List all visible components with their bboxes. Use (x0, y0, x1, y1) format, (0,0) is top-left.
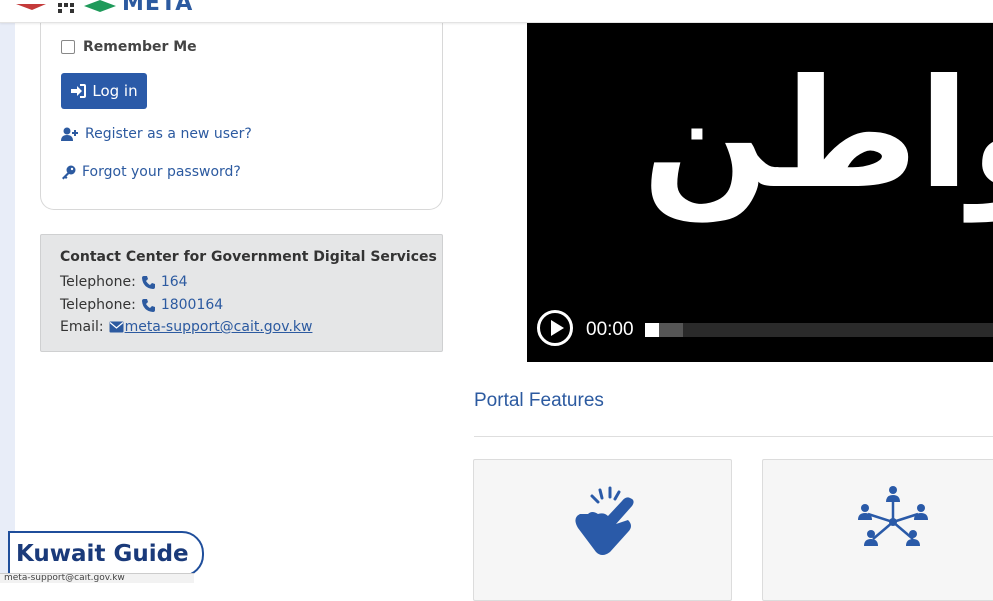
sign-in-icon (71, 84, 87, 98)
remember-me[interactable]: Remember Me (61, 39, 197, 55)
email-label: Email: (60, 319, 104, 335)
phone-line-1: Telephone: 164 (60, 274, 188, 290)
email-line: Email: meta-support@cait.gov.kw (60, 319, 312, 335)
email-link[interactable]: meta-support@cait.gov.kw (125, 319, 313, 335)
video-player[interactable]: واطن 00:00 (527, 22, 993, 362)
video-buffer (659, 323, 683, 337)
remember-checkbox[interactable] (61, 40, 75, 54)
portal-features-title: Portal Features (474, 390, 604, 411)
video-progress-fill (645, 323, 659, 337)
video-overlay-text: واطن (642, 48, 993, 222)
key-icon (62, 165, 76, 179)
header-bar: META (0, 0, 993, 23)
feature-card[interactable] (762, 459, 993, 601)
login-button[interactable]: Log in (61, 73, 147, 109)
phone-label-2: Telephone: (60, 297, 136, 313)
phone-line-2: Telephone: 1800164 (60, 297, 223, 313)
remember-label: Remember Me (83, 39, 197, 55)
video-current-time: 00:00 (586, 319, 634, 340)
snap-hand-icon (575, 486, 634, 555)
forgot-password-link[interactable]: Forgot your password? (61, 164, 241, 180)
register-link-label[interactable]: Register as a new user? (85, 126, 252, 142)
left-edge-strip (0, 22, 15, 582)
phone-icon (141, 298, 155, 312)
forgot-password-label[interactable]: Forgot your password? (82, 164, 241, 180)
logo-mark-icon (16, 0, 116, 13)
phone-label-1: Telephone: (60, 274, 136, 290)
login-button-label: Log in (92, 82, 138, 100)
kuwait-guide-watermark: Kuwait Guide (8, 531, 204, 577)
feature-card[interactable] (473, 459, 732, 601)
video-progress-bar[interactable] (645, 323, 993, 337)
section-divider (474, 436, 993, 437)
logo-text: META (122, 0, 194, 16)
phone-number-1[interactable]: 164 (161, 274, 188, 290)
phone-number-2[interactable]: 1800164 (161, 297, 223, 313)
meta-logo[interactable]: META (16, 0, 194, 16)
network-people-icon (858, 486, 928, 546)
register-link[interactable]: Register as a new user? (61, 126, 252, 142)
play-icon[interactable] (537, 310, 573, 346)
user-plus-icon (61, 127, 78, 141)
login-card: Remember Me Log in Register as a new use… (40, 0, 443, 210)
envelope-icon (109, 321, 124, 333)
contact-title: Contact Center for Government Digital Se… (60, 249, 437, 265)
phone-icon (141, 275, 155, 289)
contact-center-box: Contact Center for Government Digital Se… (40, 234, 443, 352)
